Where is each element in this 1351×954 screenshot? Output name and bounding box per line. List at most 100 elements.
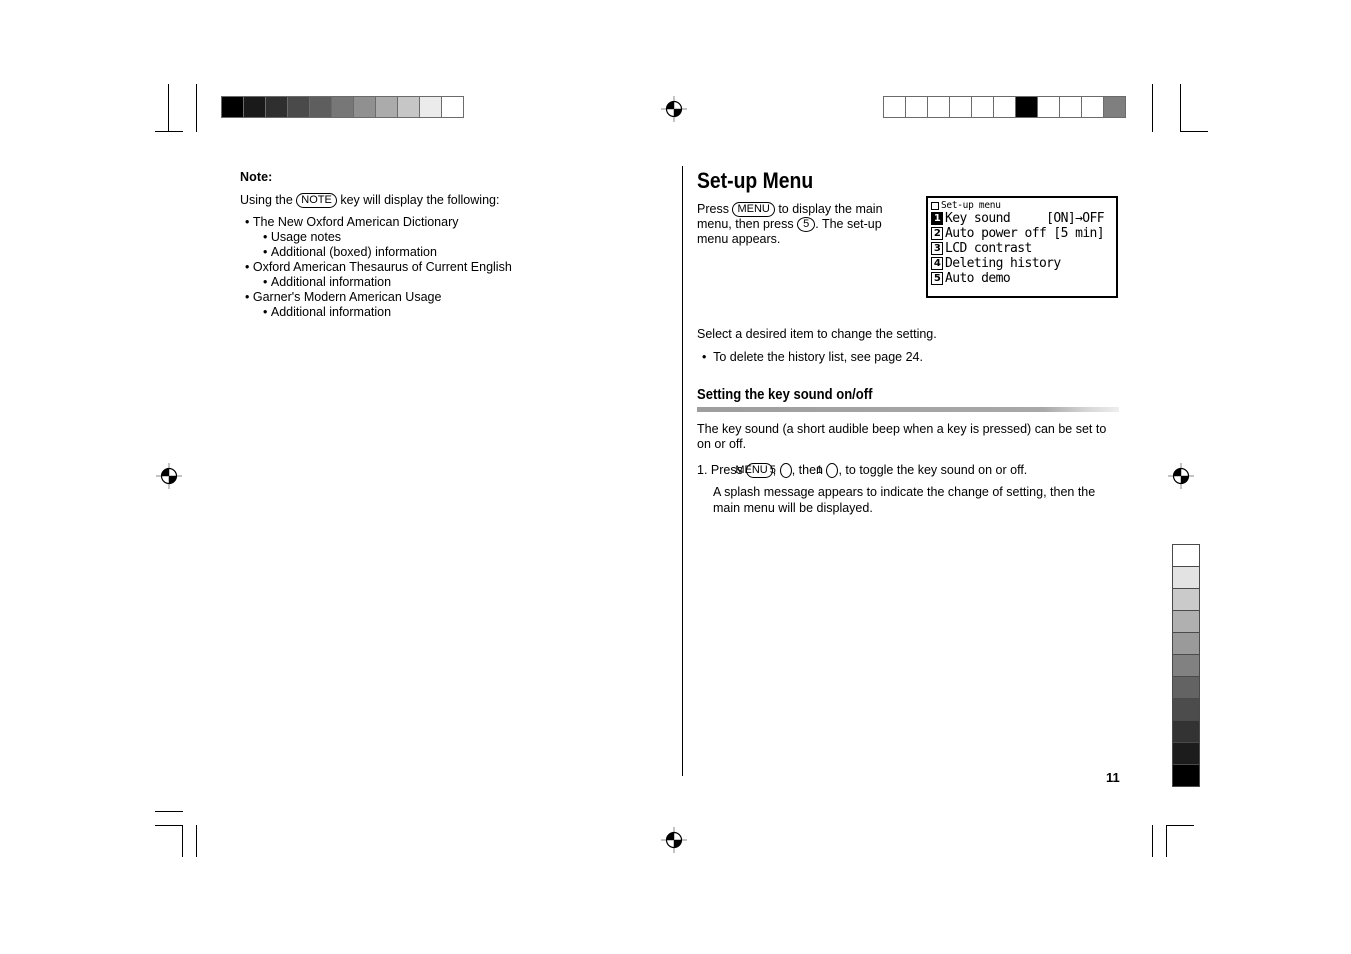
menu-key: MENU (732, 202, 775, 217)
grayscale-cell (420, 97, 441, 117)
history-bullet: To delete the history list, see page 24. (697, 350, 1122, 365)
lcd-item-label: Auto demo (945, 271, 1011, 286)
note-list-item-label: Garner's Modern American Usage (252, 290, 442, 304)
note-list-item: Usage notes (240, 230, 640, 245)
crop-mark-bottom-left-inner-h (155, 825, 183, 826)
lcd-screen-illustration: Set-up menu 1 Key sound [ON]→OFF 2 Auto powe… (926, 196, 1118, 298)
lcd-menu-item[interactable]: 2 Auto power off [5 min] (928, 226, 1116, 241)
grayscale-cell (244, 97, 265, 117)
signature-cell (1016, 97, 1037, 117)
step-tail: , to toggle the key sound on or off. (838, 463, 1028, 477)
lcd-item-value: [5 min] (1053, 226, 1104, 241)
signature-cell (1060, 97, 1081, 117)
history-bullet-text: To delete the history list, see page 24. (713, 350, 923, 364)
note-list: The New Oxford American DictionaryUsage … (240, 215, 640, 320)
step-one-key: 1 (816, 463, 839, 478)
column-divider (682, 166, 683, 776)
lcd-item-label: LCD contrast (945, 241, 1032, 256)
note-intro: Using the NOTE key will display the foll… (240, 193, 640, 208)
step-menu-key: MENU (735, 463, 773, 478)
note-list-item: Additional information (240, 275, 640, 290)
key-sound-description: The key sound (a short audible beep when… (697, 422, 1107, 451)
lcd-item-number-badge: 1 (931, 212, 943, 225)
note-list-item-label: The New Oxford American Dictionary (252, 215, 459, 229)
grayscale-calibration-bar-top-left (221, 96, 464, 118)
lcd-menu-item[interactable]: 1 Key sound [ON]→OFF (928, 211, 1116, 226)
grayscale-cell (1173, 699, 1199, 720)
section-subtitle: Setting the key sound on/off (697, 387, 873, 403)
grayscale-cell (288, 97, 309, 117)
signature-cell (928, 97, 949, 117)
left-column: Note: Using the NOTE key will display th… (240, 170, 640, 320)
note-list-item: Additional (boxed) information (240, 245, 640, 260)
crop-mark-bottom-right-inner-v (1152, 825, 1153, 857)
signature-cell (1082, 97, 1103, 117)
registration-mark-bottom-center (661, 827, 687, 853)
note-list-item: Garner's Modern American Usage (240, 290, 640, 305)
lcd-menu-item[interactable]: 4 Deleting history (928, 256, 1116, 271)
crop-mark-bottom-right-horizontal (1166, 825, 1194, 826)
grayscale-cell (1173, 743, 1199, 764)
select-item-text: Select a desired item to change the sett… (697, 327, 937, 341)
lcd-item-number-badge: 5 (931, 272, 943, 285)
grayscale-cell (354, 97, 375, 117)
crop-mark-top-left-inner (196, 84, 197, 132)
setup-intro-line2-a: then press (735, 217, 794, 231)
signature-cell (994, 97, 1015, 117)
grayscale-cell (1173, 721, 1199, 742)
lcd-item-label: Auto power off (945, 226, 1047, 241)
signature-cell (884, 97, 905, 117)
note-list-item-label: Additional information (270, 305, 392, 319)
lcd-title-text: Set-up menu (941, 200, 1001, 211)
crop-mark-top-right-vertical (1180, 84, 1181, 132)
note-list-item-label: Additional information (270, 275, 392, 289)
crop-mark-top-right-horizontal (1180, 131, 1208, 132)
registration-mark-left-middle (156, 463, 182, 489)
registration-mark-top-center (661, 96, 687, 122)
lcd-menu-item[interactable]: 5 Auto demo (928, 271, 1116, 286)
grayscale-calibration-strip-right (1172, 544, 1200, 787)
grayscale-cell (310, 97, 331, 117)
note-list-item-label: Usage notes (270, 230, 342, 244)
lcd-item-number-badge: 4 (931, 257, 943, 270)
grayscale-cell (1173, 655, 1199, 676)
lcd-title-box-icon (931, 201, 939, 210)
document-page: Note: Using the NOTE key will display th… (0, 0, 1351, 954)
note-list-item-label: Oxford American Thesaurus of Current Eng… (252, 260, 512, 274)
grayscale-cell (442, 97, 463, 117)
step-1-detail: A splash message appears to indicate the… (713, 485, 1096, 515)
crop-mark-top-right-inner (1152, 84, 1153, 132)
step-number: 1. (697, 463, 708, 477)
signature-marker-bar-top-right (883, 96, 1126, 118)
grayscale-cell (222, 97, 243, 117)
note-key: NOTE (296, 193, 337, 208)
crop-mark-top-left-horizontal (155, 131, 183, 132)
setup-intro: Press MENU to display the main menu, the… (697, 202, 912, 247)
note-list-item-label: Additional (boxed) information (270, 245, 437, 259)
page-number: 11 (1106, 770, 1120, 785)
note-intro-suffix: key will display the following: (340, 193, 500, 207)
step-five-key: 5 (770, 463, 792, 478)
crop-mark-bottom-left-horizontal (155, 811, 183, 812)
lcd-title-row: Set-up menu (928, 198, 1116, 211)
signature-cell (1104, 97, 1125, 117)
subtitle-rule (697, 407, 1119, 412)
note-heading: Note: (240, 170, 273, 184)
note-list-item: Additional information (240, 305, 640, 320)
signature-cell (950, 97, 971, 117)
lcd-item-label: Deleting history (945, 256, 1061, 271)
lcd-item-value: [ON]→OFF (1046, 211, 1104, 226)
setup-intro-line1-a: Press (697, 202, 729, 216)
grayscale-cell (1173, 677, 1199, 698)
signature-cell (1038, 97, 1059, 117)
lcd-item-number-badge: 2 (931, 227, 943, 240)
crop-mark-bottom-left-vertical (182, 825, 183, 857)
grayscale-cell (1173, 545, 1199, 566)
crop-mark-bottom-right-vertical (1166, 825, 1167, 857)
lcd-menu-item[interactable]: 3 LCD contrast (928, 241, 1116, 256)
grayscale-cell (1173, 611, 1199, 632)
note-intro-prefix: Using the (240, 193, 293, 207)
page-title: Set-up Menu (697, 168, 814, 193)
registration-mark-right-middle (1168, 463, 1194, 489)
step-1: 1. Press MENU, 5, then 1, to toggle the … (697, 462, 1122, 478)
